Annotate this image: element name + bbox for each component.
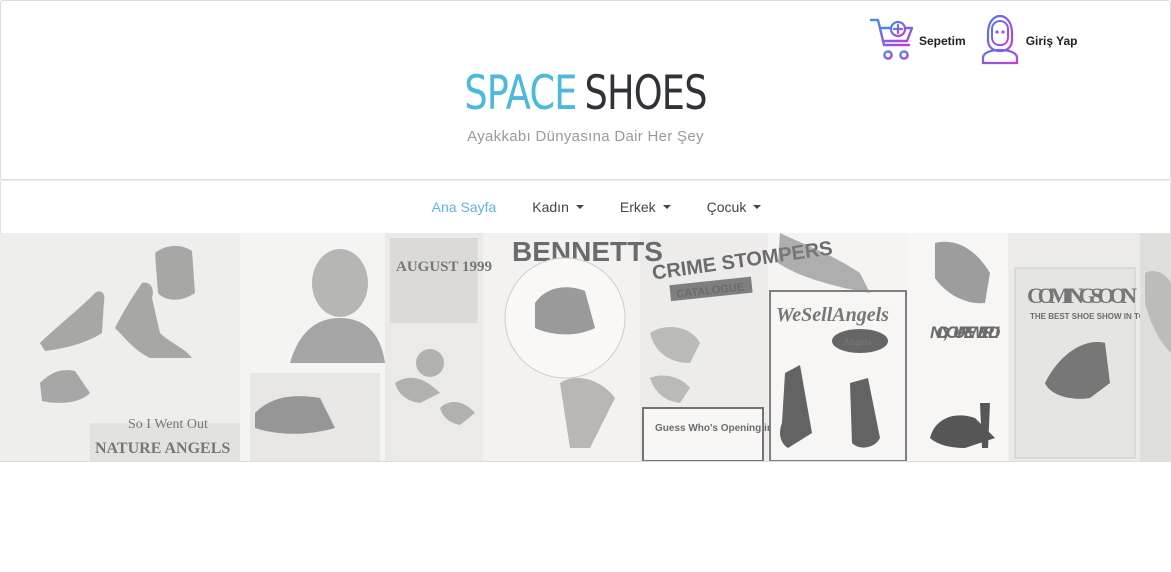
caret-down-icon [575,205,584,209]
login-label: Giriş Yap [1025,34,1078,48]
shopping-cart-plus-icon [867,14,915,69]
cart-link[interactable]: Sepetim [867,14,966,69]
site-logo[interactable]: SPACE SHOES [130,67,1042,121]
nav-item-ana-sayfa[interactable]: Ana Sayfa [414,199,515,215]
shoe-poster-collage-image: So I Went Out NATURE ANGELS AUGUST 1999 … [0,233,1171,461]
main-navigation: Ana Sayfa Kadın Erkek Çocuk [0,180,1171,234]
caret-down-icon [662,205,671,209]
nav-item-label: Ana Sayfa [431,199,497,215]
user-area: Sepetim Giriş Yap [867,13,1078,70]
astronaut-user-icon [978,13,1022,70]
site-header: Sepetim Giriş Yap SPACE SHOES Ayakkabı D… [0,0,1171,180]
logo-text-shoes: SHOES [584,66,707,121]
nav-item-erkek[interactable]: Erkek [602,199,689,215]
nav-item-label: Kadın [532,199,569,215]
nav-item-kadin[interactable]: Kadın [514,199,602,215]
nav-item-label: Çocuk [706,199,747,215]
caret-down-icon [753,205,762,209]
logo-text-space: SPACE [464,66,577,121]
nav-item-label: Erkek [619,199,656,215]
cart-label: Sepetim [919,34,966,48]
hero-banner: So I Went Out NATURE ANGELS AUGUST 1999 … [0,233,1171,462]
nav-item-cocuk[interactable]: Çocuk [689,199,780,215]
login-link[interactable]: Giriş Yap [978,13,1078,70]
site-tagline: Ayakkabı Dünyasına Dair Her Şey [467,128,704,145]
